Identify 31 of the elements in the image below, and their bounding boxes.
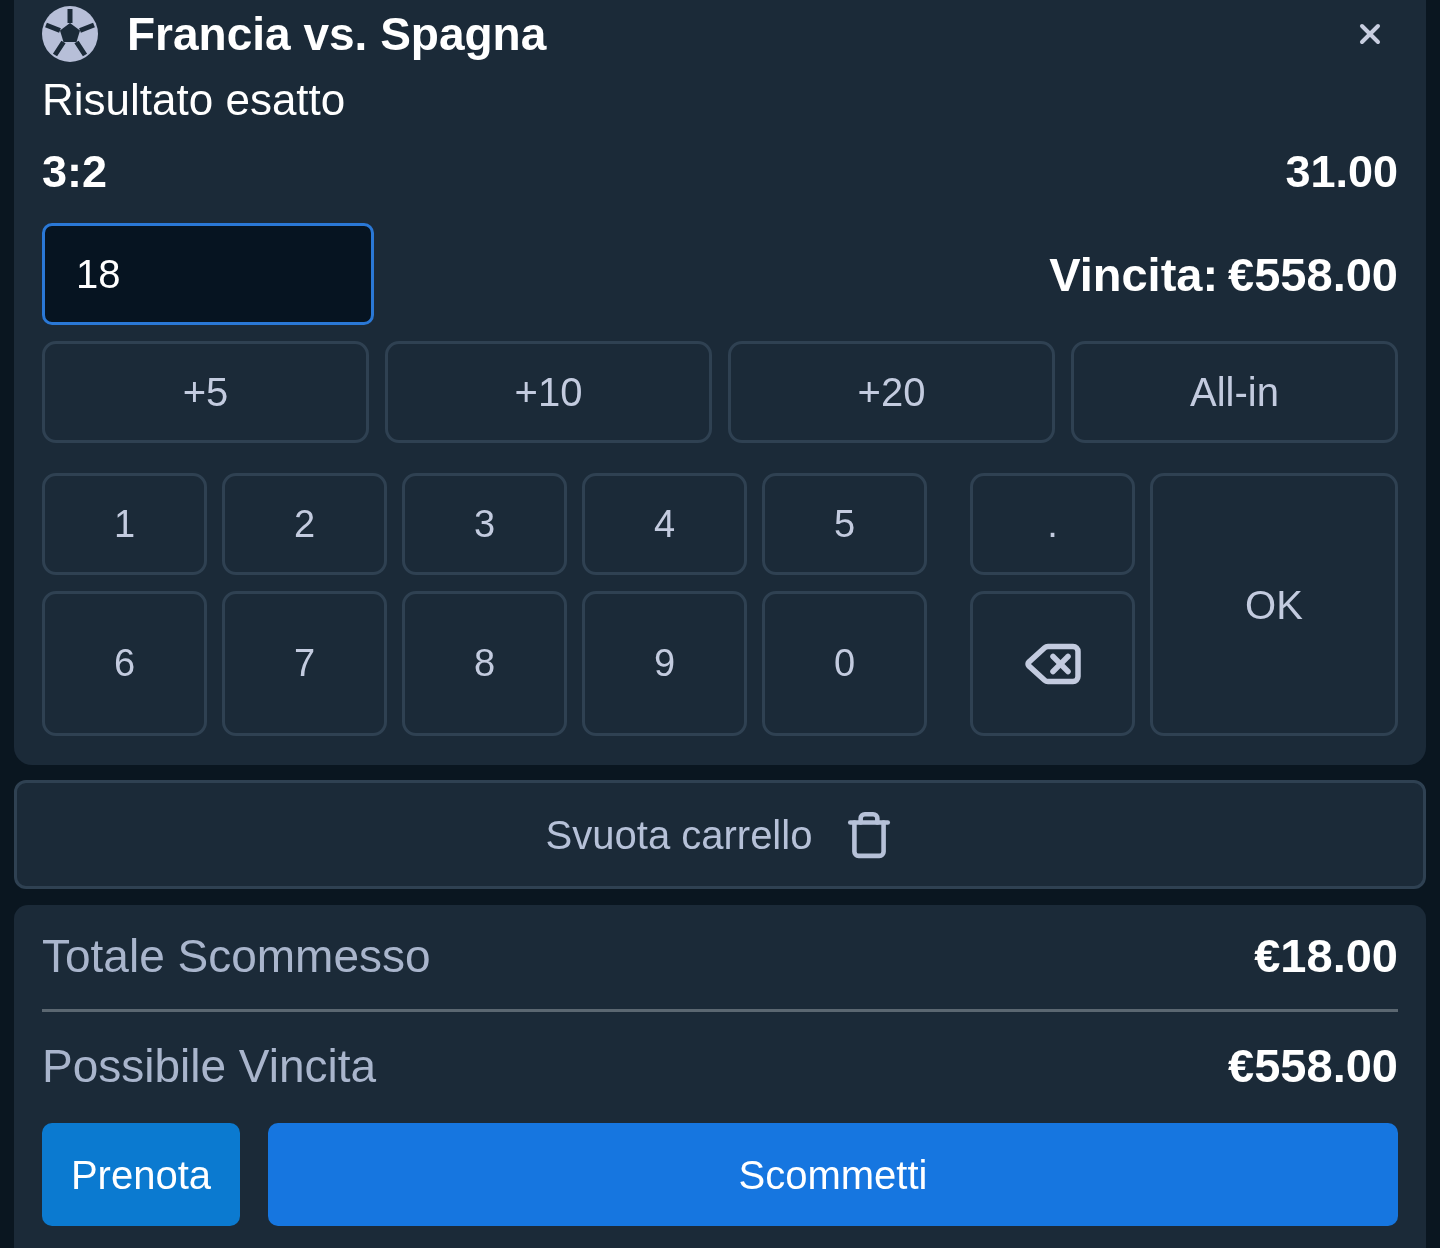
digit-key[interactable]: 5 <box>762 473 927 575</box>
digit-key[interactable]: 0 <box>762 591 927 736</box>
backspace-key[interactable] <box>970 591 1135 736</box>
quick-amount-button[interactable]: +20 <box>728 341 1055 443</box>
summary-label: Possibile Vincita <box>42 1042 377 1089</box>
book-button[interactable]: Prenota <box>42 1123 240 1226</box>
digit-key[interactable]: 1 <box>42 473 207 575</box>
summary-label: Totale Scommesso <box>42 932 431 979</box>
digit-key[interactable]: 2 <box>222 473 387 575</box>
soccer-ball-icon <box>42 6 98 62</box>
summary-value: €18.00 <box>1254 932 1398 979</box>
market-name: Risultato esatto <box>42 78 346 122</box>
digit-key[interactable]: 8 <box>402 591 567 736</box>
digit-key[interactable]: 6 <box>42 591 207 736</box>
digit-key[interactable]: 3 <box>402 473 567 575</box>
summary-value: €558.00 <box>1228 1042 1398 1089</box>
clear-cart-button[interactable]: Svuota carrello <box>14 780 1426 889</box>
quick-amount-button[interactable]: All-in <box>1071 341 1398 443</box>
decimal-key[interactable]: . <box>970 473 1135 575</box>
digit-key[interactable]: 9 <box>582 591 747 736</box>
digit-key[interactable]: 4 <box>582 473 747 575</box>
quick-amount-button[interactable]: +10 <box>385 341 712 443</box>
selected-outcome: 3:2 <box>42 149 108 194</box>
bet-button[interactable]: Scommetti <box>268 1123 1398 1226</box>
quick-amount-button[interactable]: +5 <box>42 341 369 443</box>
winnings-amount: €558.00 <box>1228 250 1398 298</box>
winnings-label: Vincita: <box>1049 250 1219 298</box>
odds-value: 31.00 <box>1285 149 1398 194</box>
digit-key[interactable]: 7 <box>222 591 387 736</box>
stake-input[interactable]: 18 <box>42 223 374 325</box>
ok-key[interactable]: OK <box>1150 473 1398 736</box>
